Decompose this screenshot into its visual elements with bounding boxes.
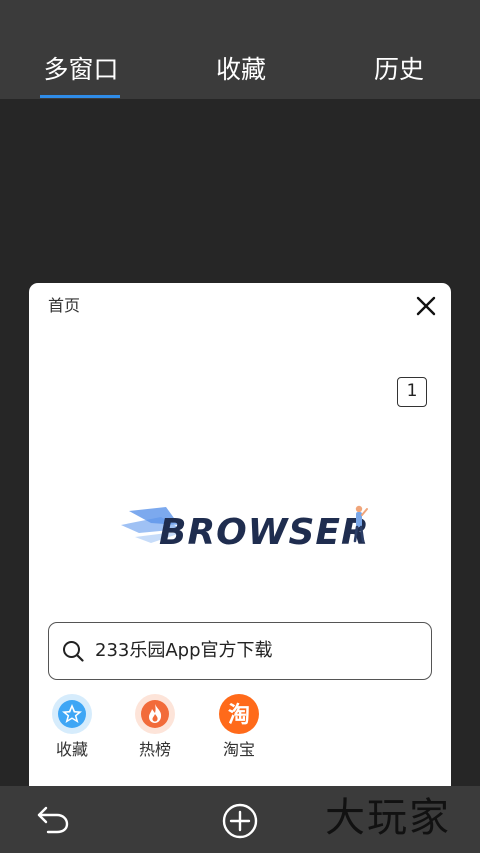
tab-history[interactable]: 历史 bbox=[358, 52, 440, 88]
tab-count-button[interactable]: 1 bbox=[397, 377, 427, 407]
watermark-text: 大玩家 bbox=[325, 795, 451, 841]
shortcut-favorites[interactable]: 收藏 bbox=[42, 694, 102, 761]
shortcut-label: 淘宝 bbox=[222, 740, 255, 759]
back-icon[interactable] bbox=[36, 804, 70, 834]
shortcut-label: 热榜 bbox=[138, 740, 171, 759]
close-icon[interactable] bbox=[415, 295, 437, 317]
taobao-icon: 淘 bbox=[219, 694, 259, 734]
multi-window-screen: 多窗口 收藏 历史 首页 1 BROWSER 233乐园App官方下载 收藏 热… bbox=[0, 0, 480, 853]
browser-logo: BROWSER bbox=[121, 505, 370, 553]
bottom-toolbar: 大玩家 bbox=[0, 786, 480, 853]
search-box[interactable]: 233乐园App官方下载 bbox=[48, 622, 432, 680]
add-window-icon[interactable] bbox=[221, 802, 259, 840]
tab-favorites[interactable]: 收藏 bbox=[200, 52, 282, 88]
search-icon bbox=[63, 641, 84, 662]
window-title: 首页 bbox=[48, 296, 81, 315]
shortcut-label: 收藏 bbox=[55, 740, 88, 759]
top-tab-bar: 多窗口 收藏 历史 bbox=[0, 0, 480, 99]
logo-text: BROWSER bbox=[159, 512, 370, 553]
shortcut-taobao[interactable]: 淘 淘宝 bbox=[209, 694, 269, 761]
star-icon bbox=[52, 694, 92, 734]
window-card[interactable]: 首页 1 BROWSER 233乐园App官方下载 收藏 热榜 淘 淘宝 bbox=[29, 283, 451, 803]
search-query-text: 233乐园App官方下载 bbox=[95, 640, 273, 661]
shortcut-hot-list[interactable]: 热榜 bbox=[125, 694, 185, 761]
active-tab-indicator bbox=[40, 95, 120, 98]
flame-icon bbox=[135, 694, 175, 734]
tab-multi-window[interactable]: 多窗口 bbox=[40, 52, 122, 88]
taobao-glyph: 淘 bbox=[228, 702, 250, 728]
